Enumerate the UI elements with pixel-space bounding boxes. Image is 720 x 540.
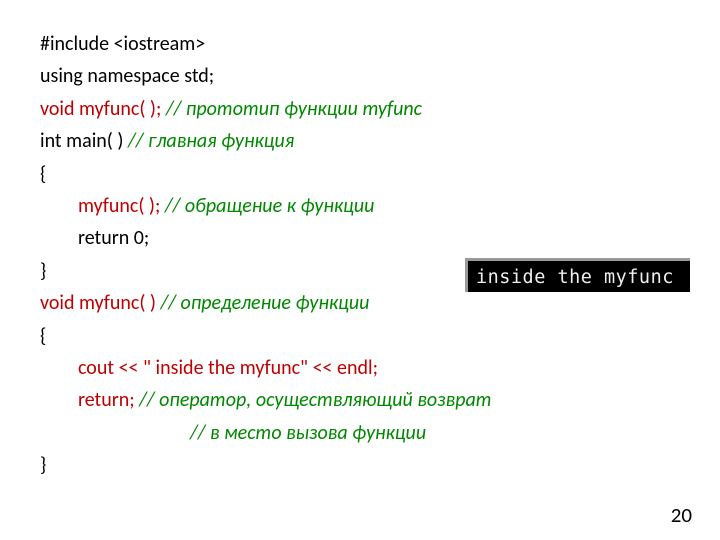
console-text: inside the myfunc [476,267,674,288]
comment: // прототип функции myfunc [161,97,422,121]
code-line: return 0; [78,222,680,254]
console-output: inside the myfunc [465,258,690,292]
code-red: return; [78,388,135,412]
code: int main( ) [40,129,128,153]
code-line: return; // оператор, осуществляющий возв… [78,384,680,416]
code-red: void myfunc( ); [40,97,161,121]
comment: // оператор, осуществляющий возврат [135,388,492,412]
comment: // в место вызова функции [190,421,426,445]
comment: // обращение к функции [160,194,374,218]
code: } [40,453,46,477]
code-line: // в место вызова функции [190,417,680,449]
code-red: void myfunc( ) [40,291,161,315]
comment: // определение функции [161,291,370,315]
code: #include <iostream> [40,32,205,56]
code-line: int main( ) // главная функция [40,125,680,157]
code: { [40,162,46,186]
code-red: myfunc( ); [78,194,160,218]
code-line: using namespace std; [40,60,680,92]
code-line: { [40,158,680,190]
code-line: void myfunc( ); // прототип функции myfu… [40,93,680,125]
code-block: #include <iostream> using namespace std;… [0,0,720,481]
code-red: cout << " inside the myfunc" << endl; [78,356,378,380]
code-line: #include <iostream> [40,28,680,60]
code: } [40,259,46,283]
code-line: } [40,449,680,481]
code: { [40,324,46,348]
comment: // главная функция [128,129,294,153]
code: using namespace std; [40,64,214,88]
page-number: 20 [671,502,692,528]
code-line: cout << " inside the myfunc" << endl; [78,352,680,384]
code-line: { [40,320,680,352]
code-line: myfunc( ); // обращение к функции [78,190,680,222]
code: return 0; [78,226,149,250]
